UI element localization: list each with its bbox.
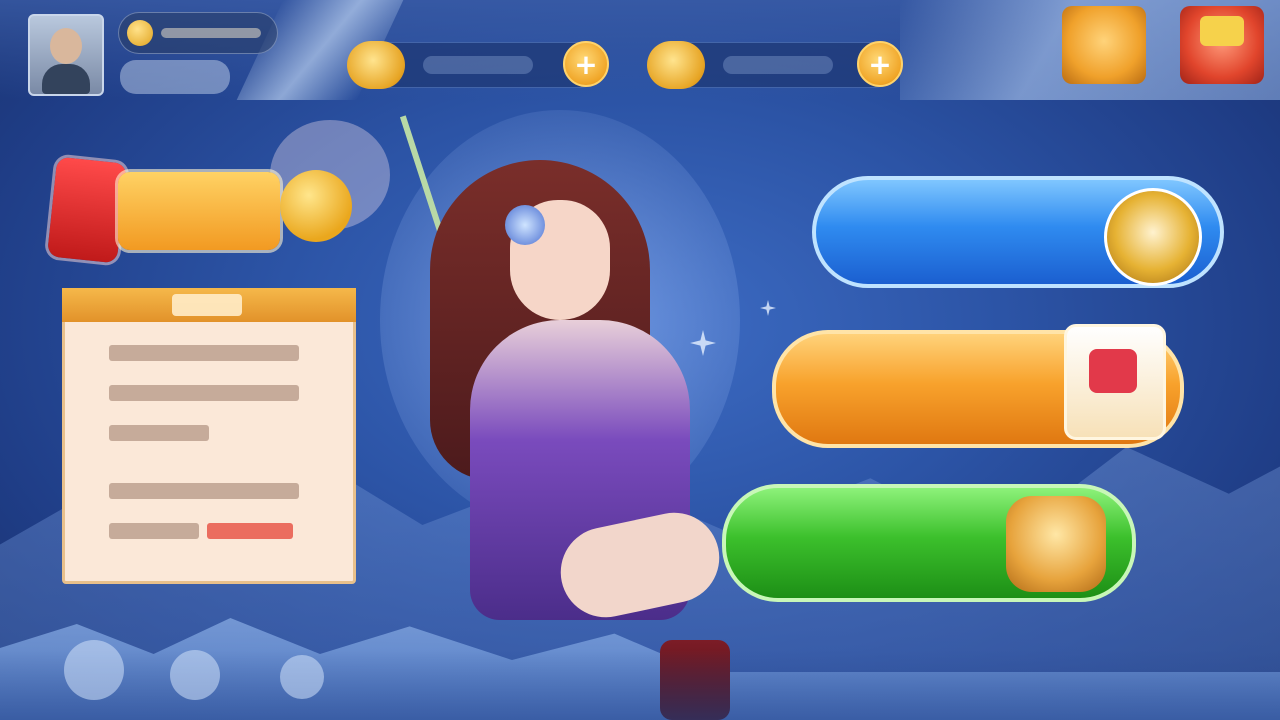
bottom-decoration: [170, 650, 220, 700]
notice-line: [109, 425, 209, 441]
bottom-decoration: [280, 655, 324, 699]
gem-currency-bar: +: [647, 41, 903, 89]
rank-icon: [127, 20, 153, 46]
logo-coin-icon: [280, 170, 352, 242]
gem-amount: [723, 56, 833, 74]
logo-badge: [46, 156, 128, 264]
gift-icon[interactable]: [1180, 6, 1264, 84]
avatar-body: [42, 64, 90, 94]
treasure-chest-icon: [1006, 496, 1106, 592]
avatar-face: [50, 28, 82, 64]
notice-line: [109, 523, 199, 539]
gem-icon: [647, 41, 705, 89]
add-gold-button[interactable]: +: [563, 41, 609, 87]
notice-header: [62, 288, 356, 322]
character-hair-flower: [505, 205, 545, 245]
user-name-placeholder: [161, 28, 261, 38]
user-avatar[interactable]: [28, 14, 104, 96]
notice-panel: [62, 288, 356, 584]
card-icon: [1064, 324, 1166, 440]
notice-line: [109, 345, 299, 361]
notice-line: [109, 385, 299, 401]
game-logo: [118, 172, 280, 250]
mode-button-blue[interactable]: [812, 176, 1224, 288]
mode-button-orange[interactable]: [772, 324, 1184, 448]
user-decoration: [120, 60, 230, 94]
blue-mode-emblem-icon: [1104, 188, 1202, 286]
mode-button-green[interactable]: [722, 484, 1136, 602]
gold-amount: [423, 56, 533, 74]
user-info-plate[interactable]: [118, 12, 278, 54]
notice-highlight: [207, 523, 293, 539]
coin-icon: [347, 41, 405, 89]
notice-line: [109, 483, 299, 499]
shop-icon[interactable]: [1062, 6, 1146, 84]
notice-title: [172, 294, 242, 316]
add-gem-button[interactable]: +: [857, 41, 903, 87]
bottom-decoration: [64, 640, 124, 700]
gold-currency-bar: +: [347, 41, 609, 89]
sparkle-icon: [760, 300, 776, 316]
